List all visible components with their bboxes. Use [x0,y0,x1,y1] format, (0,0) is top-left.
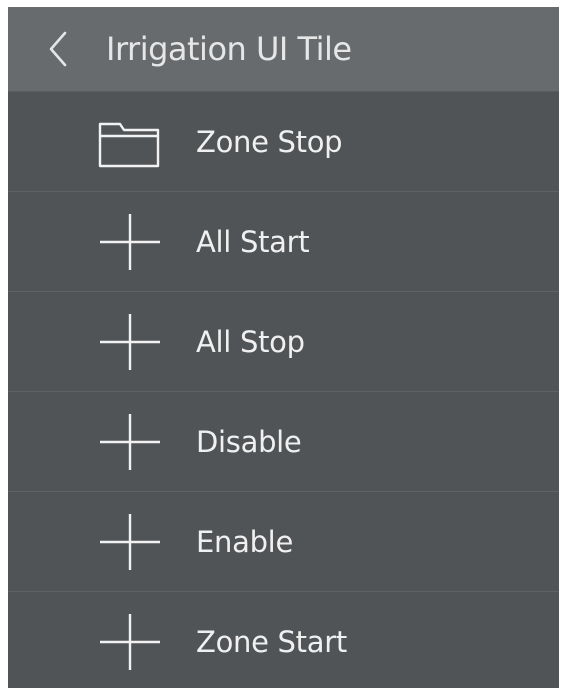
tile-header: Irrigation UI Tile [8,7,559,92]
list-item-label: Disable [196,424,302,459]
plus-icon [98,210,162,274]
list-item-label: All Start [196,224,310,259]
back-button[interactable] [26,7,88,91]
page-title: Irrigation UI Tile [106,30,352,68]
list-item-label: All Stop [196,324,305,359]
list-item-label: Zone Stop [196,124,343,159]
list-item-zone-start[interactable]: Zone Start [8,592,559,688]
plus-icon [98,410,162,474]
plus-icon [98,310,162,374]
list-item-zone-stop[interactable]: Zone Stop [8,92,559,192]
list-item-label: Zone Start [196,624,347,659]
list-item-label: Enable [196,524,293,559]
plus-icon [98,610,162,674]
irrigation-tile-panel: Irrigation UI Tile Zone Stop All Start A… [8,7,559,688]
list-item-enable[interactable]: Enable [8,492,559,592]
folder-icon [98,110,162,174]
list-item-all-start[interactable]: All Start [8,192,559,292]
chevron-left-icon [49,31,67,67]
list-item-disable[interactable]: Disable [8,392,559,492]
list-item-all-stop[interactable]: All Stop [8,292,559,392]
plus-icon [98,510,162,574]
action-list: Zone Stop All Start All Stop Disable Ena… [8,92,559,688]
